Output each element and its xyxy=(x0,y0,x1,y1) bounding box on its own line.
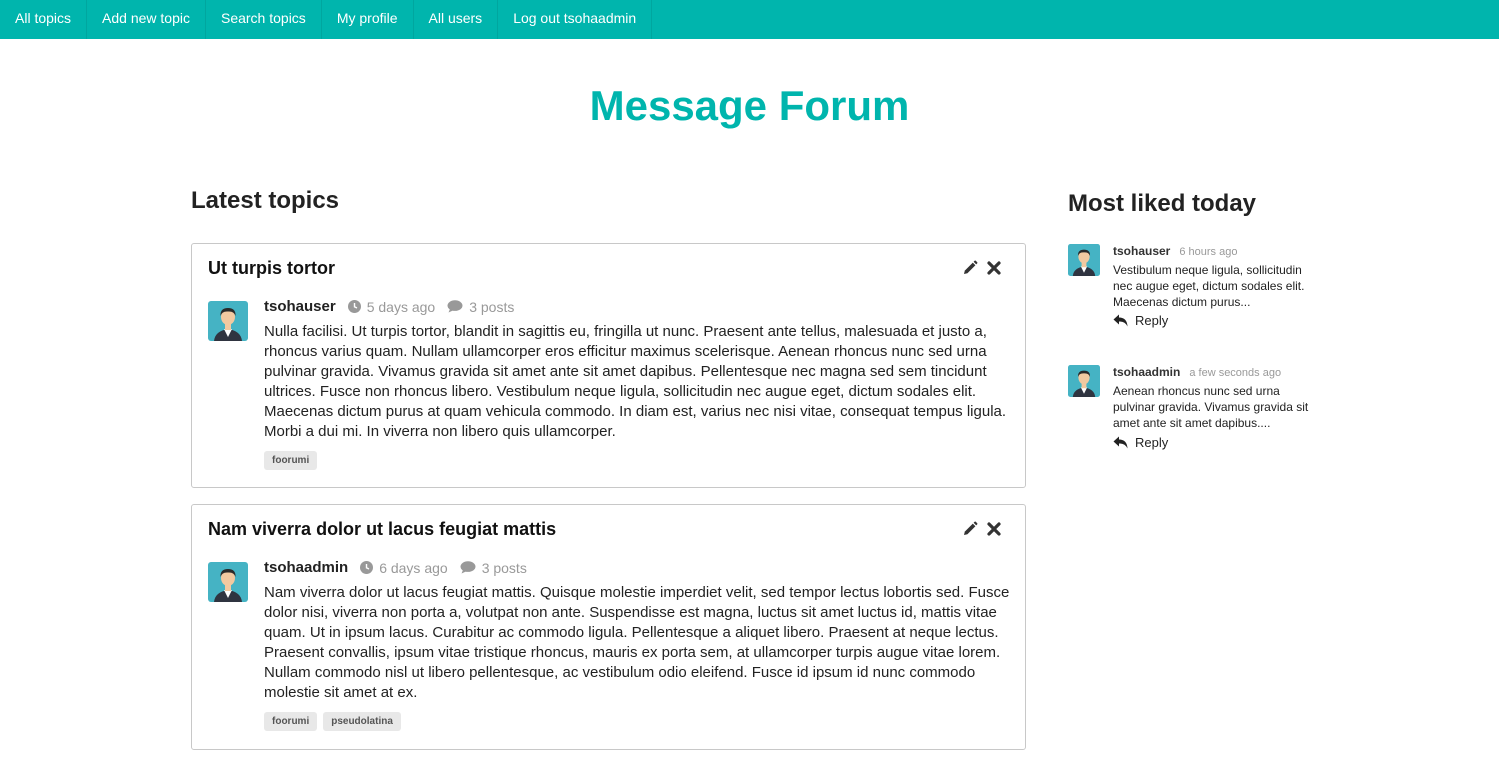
topic-card: Ut turpis tortor tsohauser 5 days ago 3 … xyxy=(191,243,1026,488)
topic-body: Nulla facilisi. Ut turpis tortor, blandi… xyxy=(264,323,1007,440)
pencil-icon[interactable] xyxy=(961,520,979,538)
nav-all-users[interactable]: All users xyxy=(414,0,499,39)
topic-post-count: 3 posts xyxy=(469,298,515,315)
top-navbar: All topics Add new topic Search topics M… xyxy=(0,0,1499,39)
topic-actions xyxy=(961,259,1003,277)
most-liked-heading: Most liked today xyxy=(1068,190,1257,217)
liked-meta: tsohaadmin a few seconds ago xyxy=(1113,365,1281,379)
topic-author[interactable]: tsohauser xyxy=(264,298,336,315)
clock-icon xyxy=(360,561,374,574)
topic-title[interactable]: Ut turpis tortor xyxy=(208,258,335,279)
topic-post-count: 3 posts xyxy=(481,559,527,576)
reply-label: Reply xyxy=(1135,435,1169,450)
topic-title[interactable]: Nam viverra dolor ut lacus feugiat matti… xyxy=(208,519,556,540)
tag-foorumi[interactable]: foorumi xyxy=(264,451,318,470)
latest-topics-heading: Latest topics xyxy=(191,187,340,214)
topic-time: 5 days ago xyxy=(366,298,436,315)
pencil-icon[interactable] xyxy=(961,259,979,277)
nav-all-topics[interactable]: All topics xyxy=(0,0,88,39)
topic-body: Nam viverra dolor ut lacus feugiat matti… xyxy=(264,584,1010,701)
tag-pseudolatina[interactable]: pseudolatina xyxy=(323,712,401,731)
liked-meta: tsohauser 6 hours ago xyxy=(1113,244,1237,258)
site-title: Message Forum xyxy=(589,82,910,129)
close-icon[interactable] xyxy=(985,520,1003,538)
liked-item: tsohauser 6 hours ago Vestibulum neque l… xyxy=(1068,244,1328,334)
liked-time: 6 hours ago xyxy=(1179,246,1238,258)
topic-tags: foorumi xyxy=(264,451,318,470)
avatar-icon xyxy=(1068,365,1100,402)
clock-icon xyxy=(347,300,361,313)
nav-add-new-topic[interactable]: Add new topic xyxy=(87,0,206,39)
reply-button[interactable]: Reply xyxy=(1113,435,1168,450)
reply-icon xyxy=(1113,314,1128,327)
avatar-icon xyxy=(208,562,248,607)
topic-time: 6 days ago xyxy=(379,559,448,576)
liked-author[interactable]: tsohauser xyxy=(1113,244,1170,258)
reply-button[interactable]: Reply xyxy=(1113,313,1168,328)
topic-tags: foorumi pseudolatina xyxy=(264,712,401,731)
nav-my-profile[interactable]: My profile xyxy=(322,0,414,39)
comment-icon xyxy=(447,300,463,313)
avatar-icon xyxy=(208,301,248,346)
liked-author[interactable]: tsohaadmin xyxy=(1113,365,1180,379)
liked-body: Vestibulum neque ligula, sollicitudin ne… xyxy=(1113,263,1305,309)
liked-item: tsohaadmin a few seconds ago Aenean rhon… xyxy=(1068,365,1328,455)
topic-meta: tsohauser 5 days ago 3 posts xyxy=(264,298,526,315)
liked-body: Aenean rhoncus nunc sed urna pulvinar gr… xyxy=(1113,384,1309,430)
comment-icon xyxy=(460,561,476,574)
topic-actions xyxy=(961,520,1003,538)
reply-icon xyxy=(1113,436,1128,449)
topic-card: Nam viverra dolor ut lacus feugiat matti… xyxy=(191,504,1026,750)
liked-time: a few seconds ago xyxy=(1189,367,1282,379)
nav-log-out[interactable]: Log out tsohaadmin xyxy=(498,0,653,39)
topic-author[interactable]: tsohaadmin xyxy=(264,559,348,576)
tag-foorumi[interactable]: foorumi xyxy=(264,712,318,731)
topic-meta: tsohaadmin 6 days ago 3 posts xyxy=(264,559,539,576)
reply-label: Reply xyxy=(1135,313,1169,328)
close-icon[interactable] xyxy=(985,259,1003,277)
nav-search-topics[interactable]: Search topics xyxy=(206,0,322,39)
avatar-icon xyxy=(1068,244,1100,281)
